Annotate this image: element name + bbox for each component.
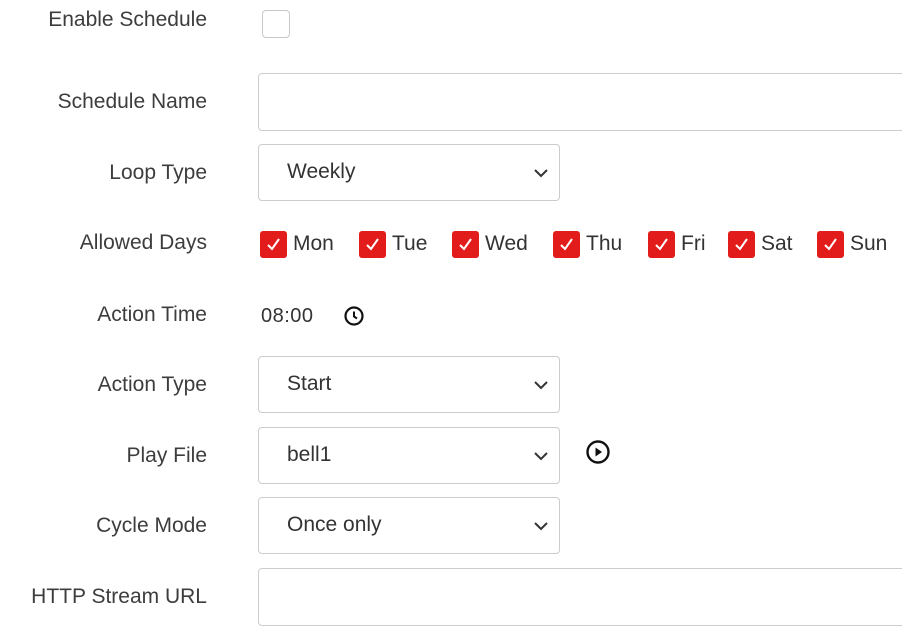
loop-type-select[interactable]: Weekly <box>258 144 560 201</box>
action-type-value: Start <box>287 372 332 395</box>
action-time-value[interactable]: 08:00 <box>261 304 314 328</box>
loop-type-value: Weekly <box>287 160 356 183</box>
action-time-label: Action Time <box>97 303 207 326</box>
day-label: Tue <box>392 232 428 255</box>
day-label: Thu <box>586 232 623 255</box>
checkbox-checked-icon <box>260 231 287 258</box>
day-label: Sun <box>850 232 888 255</box>
cycle-mode-label: Cycle Mode <box>96 514 207 537</box>
enable-schedule-checkbox[interactable] <box>262 10 290 38</box>
checkbox-checked-icon <box>817 231 844 258</box>
chevron-down-icon <box>534 381 548 390</box>
cycle-mode-select[interactable]: Once only <box>258 497 560 554</box>
http-stream-url-input[interactable] <box>258 568 902 626</box>
action-type-select[interactable]: Start <box>258 356 560 413</box>
schedule-name-label: Schedule Name <box>57 90 207 113</box>
day-label: Sat <box>761 232 793 255</box>
day-label: Mon <box>293 232 334 255</box>
loop-type-label: Loop Type <box>109 161 207 184</box>
enable-schedule-label: Enable Schedule <box>48 8 207 31</box>
day-label: Fri <box>681 232 706 255</box>
chevron-down-icon <box>534 522 548 531</box>
checkbox-checked-icon <box>452 231 479 258</box>
allowed-days-label: Allowed Days <box>79 231 207 254</box>
play-file-label: Play File <box>126 444 207 467</box>
action-type-label: Action Type <box>97 373 207 396</box>
clock-icon[interactable] <box>343 305 365 327</box>
play-file-value: bell1 <box>287 443 332 466</box>
chevron-down-icon <box>534 169 548 178</box>
checkbox-checked-icon <box>648 231 675 258</box>
checkbox-checked-icon <box>553 231 580 258</box>
cycle-mode-value: Once only <box>287 513 382 536</box>
chevron-down-icon <box>534 452 548 461</box>
checkbox-checked-icon <box>359 231 386 258</box>
checkbox-checked-icon <box>728 231 755 258</box>
play-file-select[interactable]: bell1 <box>258 427 560 484</box>
schedule-name-input[interactable] <box>258 73 902 131</box>
day-label: Wed <box>485 232 528 255</box>
http-stream-url-label: HTTP Stream URL <box>31 585 207 608</box>
play-icon[interactable] <box>585 439 611 465</box>
